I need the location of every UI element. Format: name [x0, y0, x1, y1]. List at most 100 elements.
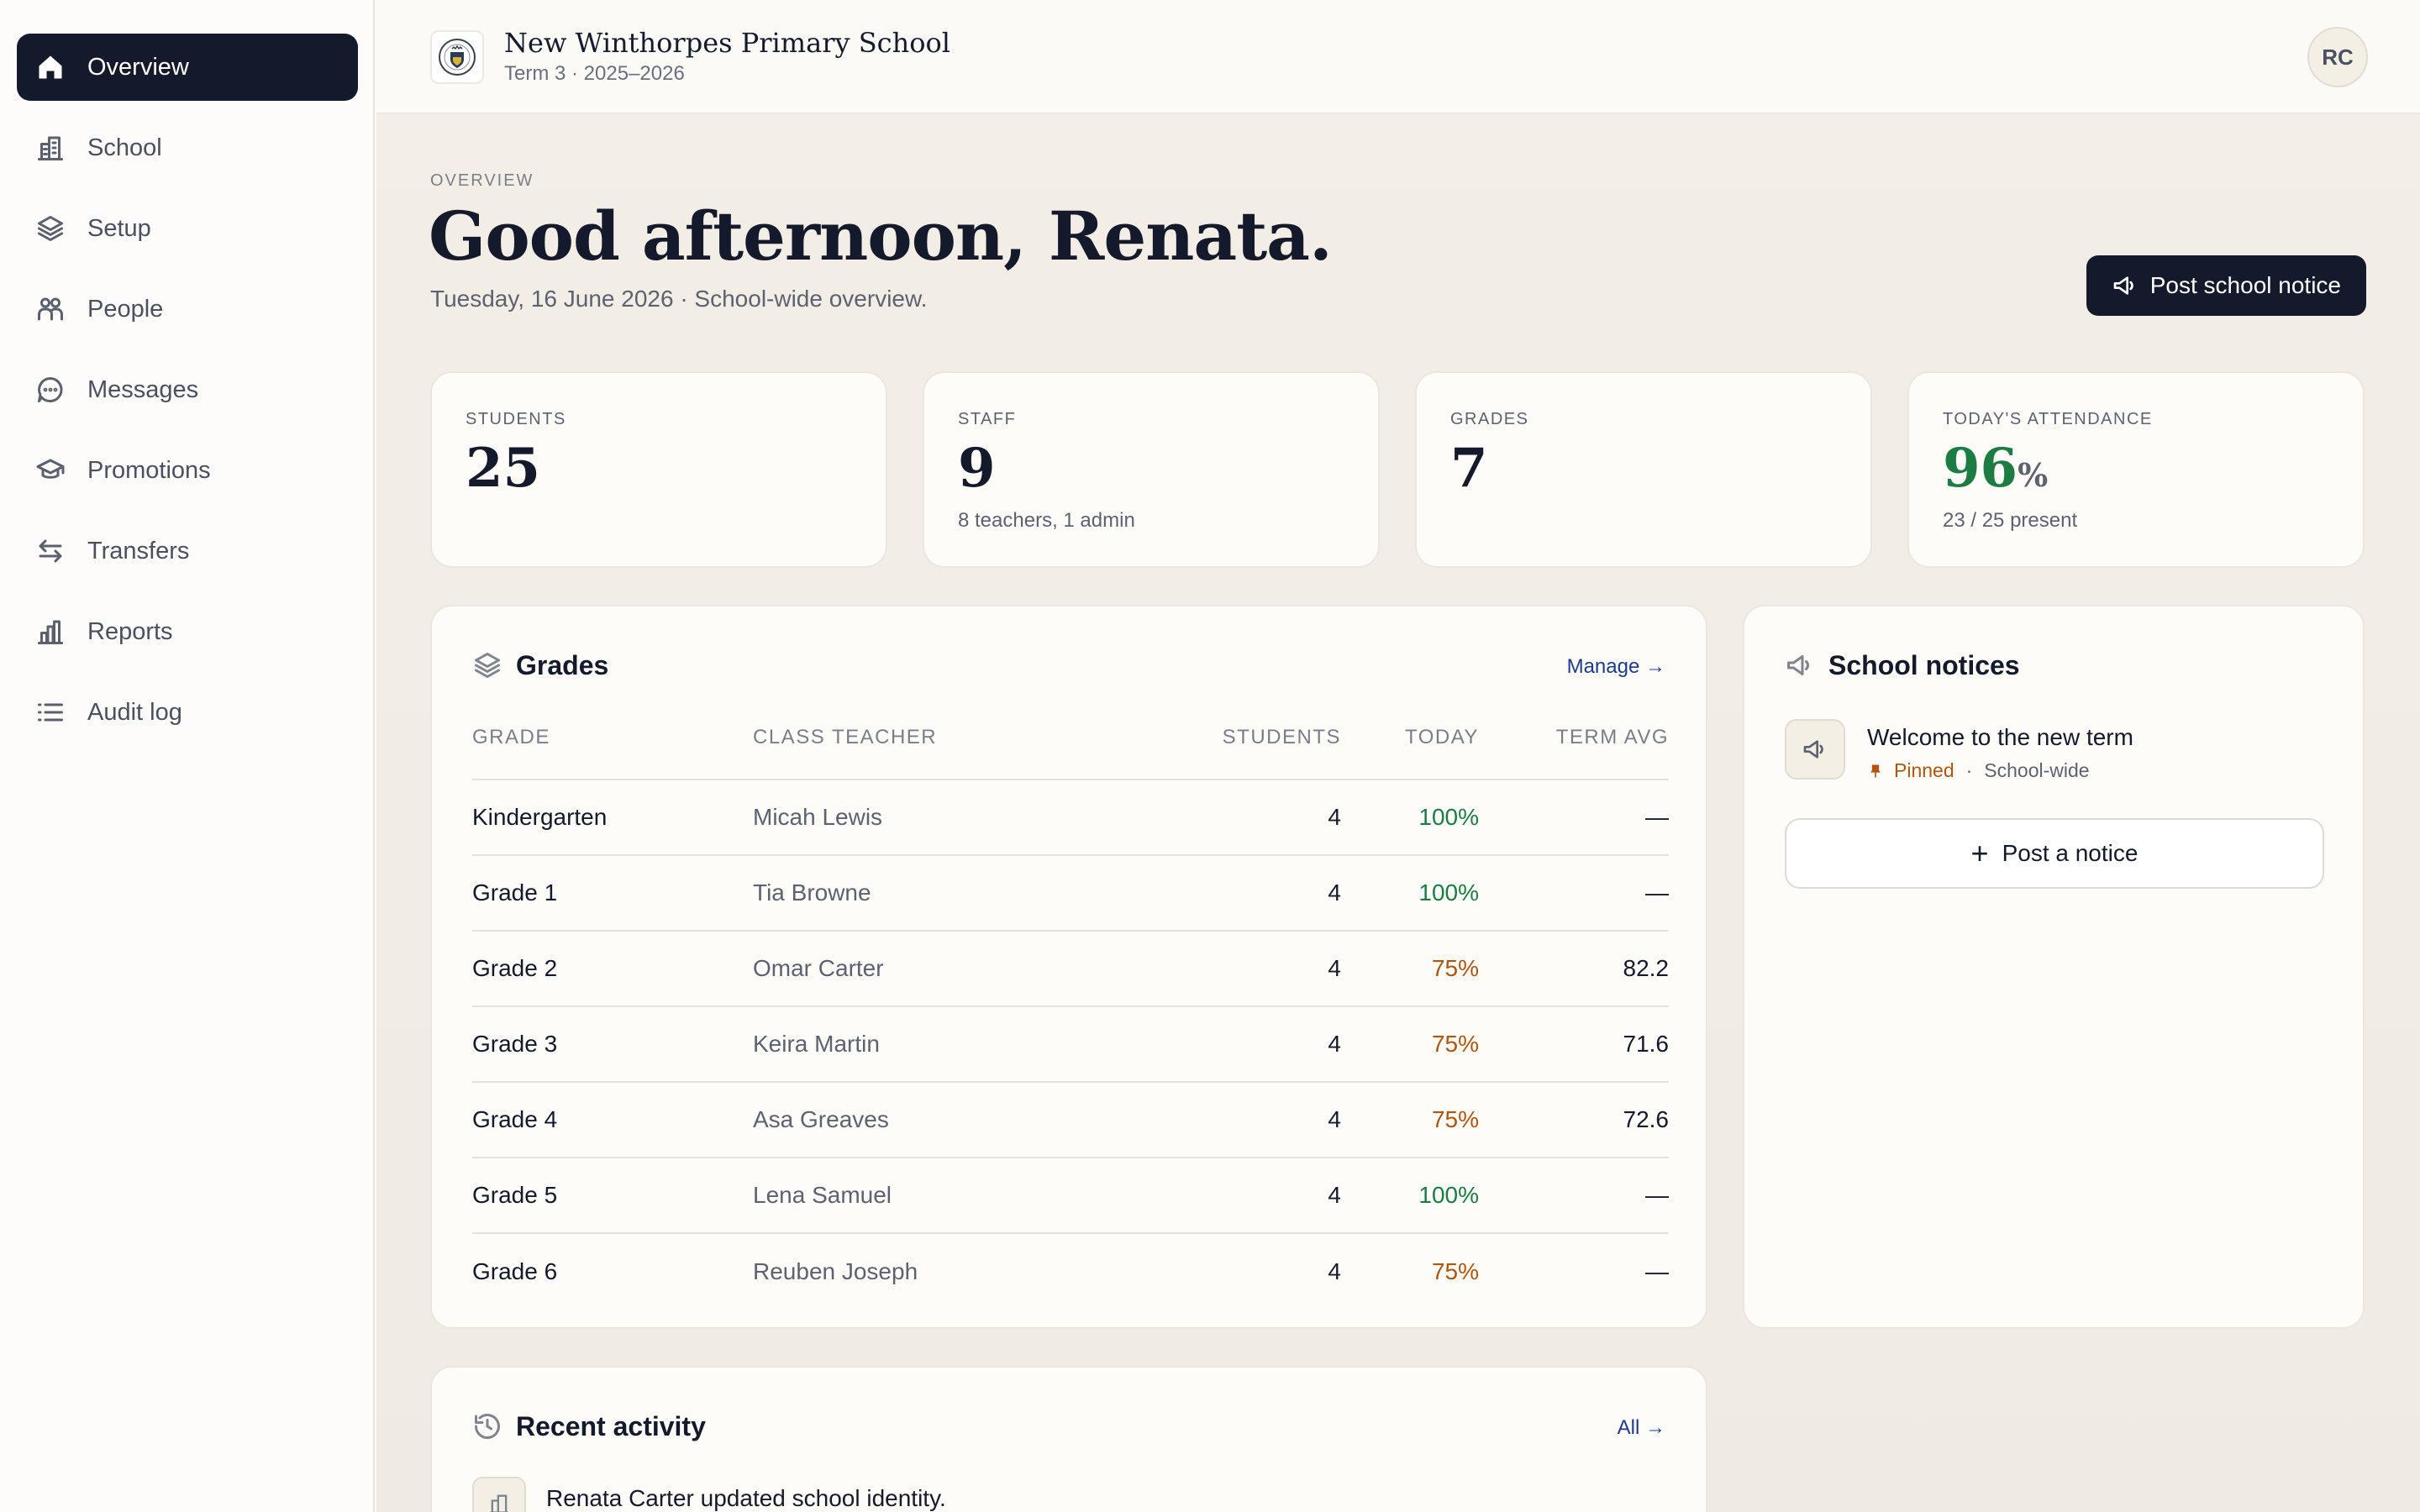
stat-card-students: STUDENTS 25 [430, 371, 887, 568]
stat-value: 96% [1943, 437, 2048, 500]
attendance-value: 96 [1943, 437, 2018, 500]
stat-label: STAFF [958, 410, 1017, 428]
transfer-arrows-icon [34, 534, 67, 568]
manage-grades-link[interactable]: Manage → [1567, 655, 1665, 679]
sidebar-item-overview[interactable]: Overview [17, 34, 358, 101]
cell-class-teacher: Tia Browne [753, 855, 1173, 932]
activity-actor[interactable]: Renata Carter [546, 1485, 694, 1511]
sidebar-item-messages[interactable]: Messages [17, 356, 358, 423]
cell-term-avg: — [1479, 1158, 1669, 1234]
school-notices-card: School notices Welcome to the new term P… [1743, 605, 2365, 1329]
table-row[interactable]: Grade 3 Keira Martin 4 75% 71.6 [472, 1006, 1669, 1083]
bar-chart-icon [34, 615, 67, 648]
sidebar-item-label: Promotions [87, 456, 211, 484]
all-activity-link[interactable]: All → [1618, 1416, 1665, 1440]
cell-term-avg: 71.6 [1479, 1006, 1669, 1083]
cell-students: 4 [1173, 855, 1341, 932]
sidebar-item-school[interactable]: School [17, 114, 358, 181]
stat-label: STUDENTS [466, 410, 566, 428]
notice-meta: Pinned · School-wide [1867, 759, 2090, 782]
cell-students: 4 [1328, 1257, 1341, 1284]
grades-card-title: Grades [516, 650, 609, 680]
cell-class-teacher: Micah Lewis [753, 780, 1173, 856]
message-icon [34, 373, 67, 407]
cell-today: 75% [1431, 1257, 1479, 1284]
notice-scope: School-wide [1984, 759, 2090, 781]
notice-title[interactable]: Welcome to the new term [1867, 724, 2133, 751]
sidebar-item-label: Overview [87, 53, 189, 81]
sidebar-item-label: Transfers [87, 537, 190, 564]
sidebar-item-promotions[interactable]: Promotions [17, 437, 358, 504]
plus-icon: + [1970, 836, 1989, 870]
stat-value: 25 [466, 437, 541, 500]
stat-card-staff: STAFF 9 8 teachers, 1 admin [923, 371, 1380, 568]
term-label: Term 3 · 2025–2026 [504, 62, 685, 85]
grades-card: Grades Manage → GRADE CLASS TEACHER STUD… [430, 605, 1707, 1329]
table-row[interactable]: Kindergarten Micah Lewis 4 100% — [472, 780, 1669, 856]
post-a-notice-label: Post a notice [2002, 840, 2139, 866]
column-header-students[interactable]: STUDENTS [1173, 726, 1341, 780]
table-row[interactable]: Grade 6 Reuben Joseph 4 75% — [472, 1233, 1669, 1309]
cell-term-avg: 72.6 [1479, 1082, 1669, 1158]
sidebar-item-transfers[interactable]: Transfers [17, 517, 358, 585]
megaphone-icon [1785, 650, 1815, 680]
cell-class-teacher: Lena Samuel [753, 1158, 1173, 1234]
list-icon [34, 696, 67, 729]
stat-card-attendance: TODAY'S ATTENDANCE 96% 23 / 25 present [1907, 371, 2365, 568]
cell-class-teacher: Reuben Joseph [753, 1257, 918, 1284]
post-school-notice-button[interactable]: Post school notice [2086, 255, 2366, 316]
activity-action: updated school identity. [693, 1485, 946, 1511]
sidebar-item-setup[interactable]: Setup [17, 195, 358, 262]
table-header-row: GRADE CLASS TEACHER STUDENTS TODAY TERM … [472, 726, 1669, 780]
date-line: Tuesday, 16 June 2026 · School-wide over… [430, 286, 928, 312]
building-icon [34, 131, 67, 165]
cell-term-avg: — [1479, 780, 1669, 856]
table-row[interactable]: Grade 2 Omar Carter 4 75% 82.2 [472, 931, 1669, 1007]
sidebar-item-label: School [87, 134, 162, 161]
sidebar-item-reports[interactable]: Reports [17, 598, 358, 665]
sidebar-item-label: Messages [87, 375, 199, 403]
sidebar-item-audit-log[interactable]: Audit log [17, 679, 358, 746]
cell-class-teacher: Keira Martin [753, 1006, 1173, 1083]
layers-icon [34, 212, 67, 245]
school-crest-logo [430, 30, 484, 84]
cell-term-avg: — [1645, 1257, 1669, 1284]
cell-grade: Grade 1 [472, 855, 753, 932]
cell-students: 4 [1173, 1006, 1341, 1083]
column-header-today[interactable]: TODAY [1341, 726, 1479, 780]
stat-card-grades: GRADES 7 [1415, 371, 1872, 568]
post-school-notice-label: Post school notice [2149, 272, 2341, 298]
building-icon [472, 1477, 526, 1512]
column-header-term-avg[interactable]: TERM AVG [1479, 726, 1669, 780]
cell-grade: Grade 3 [472, 1006, 753, 1083]
post-a-notice-button[interactable]: + Post a notice [1785, 818, 2324, 889]
page-eyebrow: OVERVIEW [430, 171, 534, 190]
cell-grade: Grade 2 [472, 931, 753, 1007]
sidebar-nav: Overview School Setup People Messages Pr… [17, 34, 358, 759]
school-name: New Winthorpes Primary School [504, 27, 950, 59]
cell-today: 100% [1341, 1158, 1479, 1234]
meta-separator: · [1965, 759, 1973, 781]
table-row[interactable]: Grade 1 Tia Browne 4 100% — [472, 855, 1669, 932]
table-row[interactable]: Grade 4 Asa Greaves 4 75% 72.6 [472, 1082, 1669, 1158]
grades-table-body: Kindergarten Micah Lewis 4 100% — Grade 1 Tia … [472, 780, 1669, 1309]
column-header-class-teacher[interactable]: CLASS TEACHER [753, 726, 1173, 780]
cell-class-teacher: Asa Greaves [753, 1082, 1173, 1158]
pinned-badge: Pinned [1867, 759, 1954, 782]
stat-sub: 23 / 25 present [1943, 509, 2078, 532]
table-row[interactable]: Grade 5 Lena Samuel 4 100% — [472, 1158, 1669, 1234]
megaphone-icon [2113, 276, 2133, 295]
cell-grade: Grade 6 [472, 1257, 558, 1284]
cell-today: 75% [1341, 931, 1479, 1007]
avatar[interactable]: RC [2307, 27, 2368, 87]
sidebar-item-people[interactable]: People [17, 276, 358, 343]
sidebar-item-label: Setup [87, 214, 151, 242]
history-icon [472, 1411, 502, 1441]
attendance-unit: % [2018, 456, 2049, 494]
graduation-cap-icon [34, 454, 67, 487]
cell-today: 75% [1341, 1082, 1479, 1158]
cell-today: 100% [1341, 780, 1479, 856]
layers-icon [472, 650, 502, 680]
stat-value: 7 [1450, 437, 1488, 500]
column-header-grade[interactable]: GRADE [472, 726, 753, 780]
